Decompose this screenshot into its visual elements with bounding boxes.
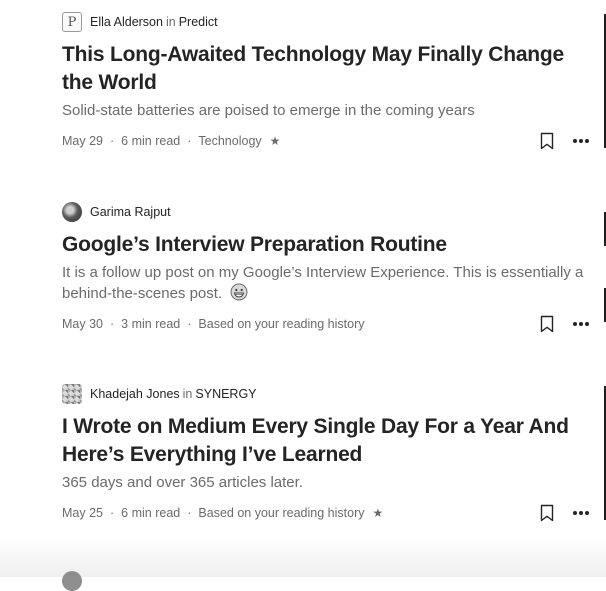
author-name[interactable]: Khadejah Jones [90,387,180,401]
article-byline: Khadejah Jones in SYNERGY [62,384,592,404]
more-options-icon[interactable] [570,129,592,153]
separator-dot: · [187,506,192,520]
publication-name[interactable]: Predict [179,15,218,29]
article-tag[interactable]: Based on your reading history [198,317,364,331]
bottom-fade [0,537,606,577]
bookmark-icon[interactable] [537,129,557,153]
member-star-icon: ★ [269,134,281,148]
article-date: May 25 [62,506,103,520]
separator-dot: · [110,317,115,331]
article-meta: May 29 · 6 min read · Technology ★ [62,129,592,153]
author-avatar[interactable] [62,202,82,222]
article-byline: P Ella Alderson in Predict [62,12,592,32]
in-label: in [182,387,193,401]
read-time: 6 min read [121,134,181,148]
separator-dot: · [110,506,115,520]
article-date: May 30 [62,317,103,331]
author-name[interactable]: Garima Rajput [90,205,171,219]
subtitle-text: It is a follow up post on my Google’s In… [62,264,584,302]
publication-name[interactable]: SYNERGY [195,387,256,401]
grinning-face-icon [230,283,248,301]
article-tag[interactable]: Based on your reading history [198,506,364,520]
article-meta: May 30 · 3 min read · Based on your read… [62,312,592,336]
article-title[interactable]: This Long-Awaited Technology May Finally… [62,41,592,97]
separator-dot: · [187,134,192,148]
article-actions [537,312,592,336]
author-name[interactable]: Ella Alderson [90,15,163,29]
in-label: in [165,15,176,29]
read-time: 6 min read [121,506,181,520]
separator-dot: · [187,317,192,331]
next-article-avatar [62,571,82,591]
article-byline: Garima Rajput [62,202,592,222]
member-star-icon: ★ [372,506,384,520]
article-title[interactable]: Google’s Interview Preparation Routine [62,231,592,259]
article-title[interactable]: I Wrote on Medium Every Single Day For a… [62,413,592,469]
article-subtitle[interactable]: Solid-state batteries are poised to emer… [62,100,592,121]
read-time: 3 min read [121,317,181,331]
more-options-icon[interactable] [570,501,592,525]
publication-avatar[interactable] [62,384,82,404]
bookmark-icon[interactable] [537,501,557,525]
article-actions [537,501,592,525]
article-card: Khadejah Jones in SYNERGY I Wrote on Med… [62,384,592,525]
bookmark-icon[interactable] [537,312,557,336]
article-card: P Ella Alderson in Predict This Long-Awa… [62,12,592,153]
article-date: May 29 [62,134,103,148]
separator-dot: · [110,134,115,148]
publication-avatar[interactable]: P [62,12,82,32]
article-subtitle[interactable]: 365 days and over 365 articles later. [62,472,592,493]
avatar-letter: P [67,14,77,30]
article-card: Garima Rajput Google’s Interview Prepara… [62,202,592,336]
article-subtitle[interactable]: It is a follow up post on my Google’s In… [62,262,592,304]
article-meta: May 25 · 6 min read · Based on your read… [62,501,592,525]
article-actions [537,129,592,153]
article-tag[interactable]: Technology [198,134,261,148]
more-options-icon[interactable] [570,312,592,336]
